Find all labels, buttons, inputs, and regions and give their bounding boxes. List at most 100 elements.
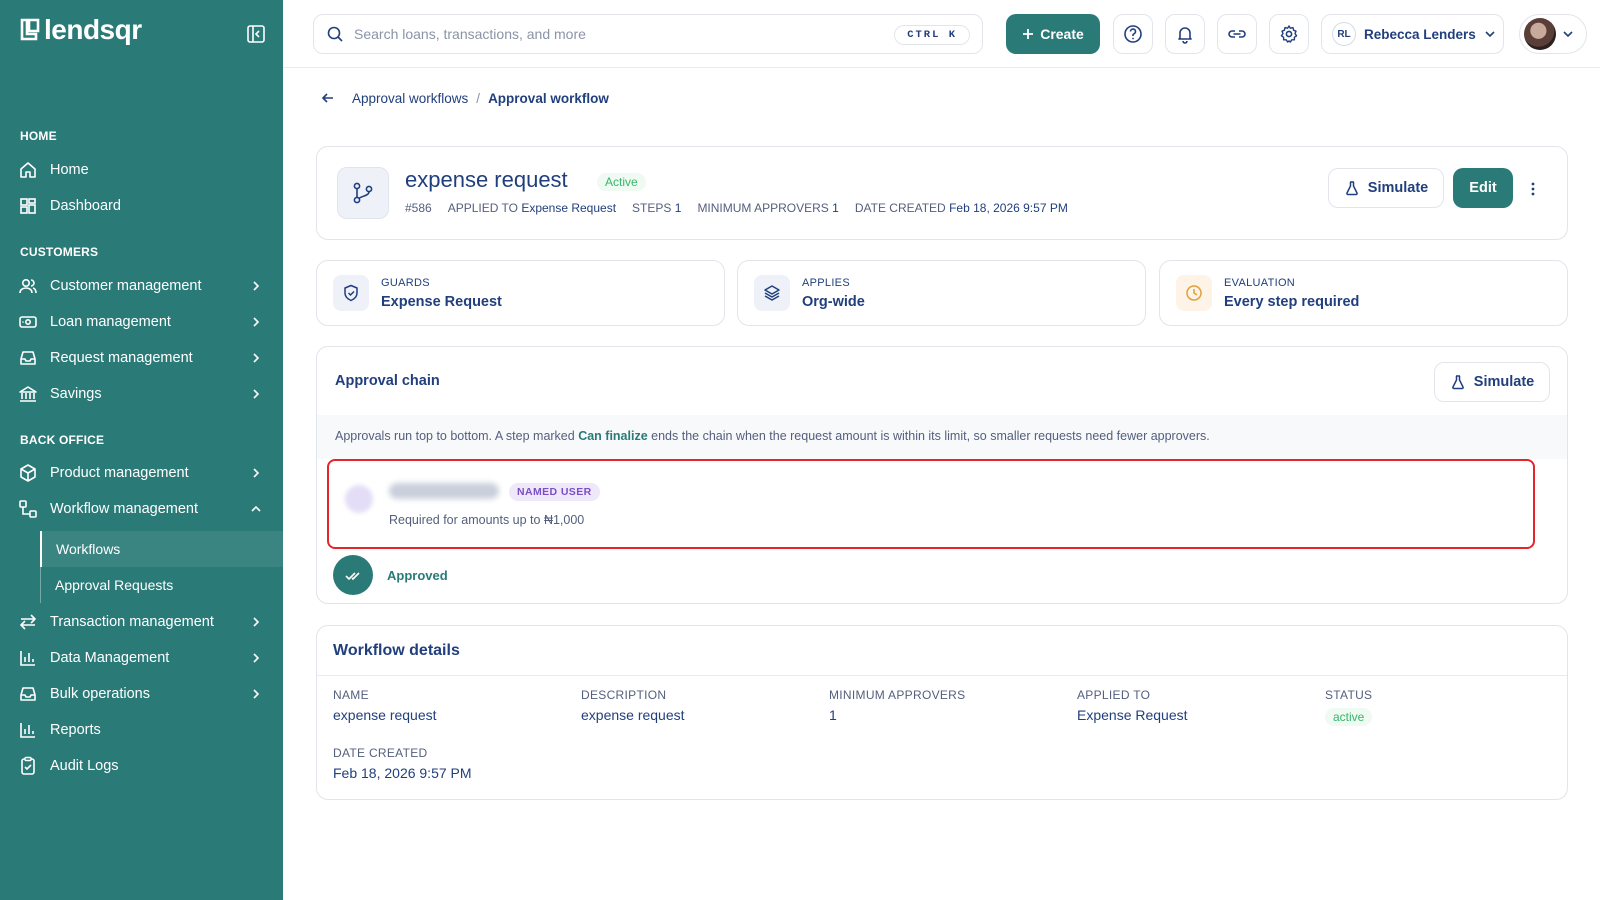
flask-icon (1451, 375, 1464, 390)
sidebar-item-reports[interactable]: Reports (0, 712, 283, 748)
sidebar-item-product-management[interactable]: Product management (0, 455, 283, 491)
layers-icon (764, 285, 780, 301)
sidebar-item-transaction-management[interactable]: Transaction management (0, 604, 283, 640)
chain-simulate-label: Simulate (1473, 374, 1535, 390)
sidebar-item-request-management[interactable]: Request management (0, 340, 283, 376)
approver-avatar (345, 485, 373, 513)
approval-chain-note: Approvals run top to bottom. A step mark… (317, 415, 1567, 459)
detail-value-date-created: Feb 18, 2026 9:57 PM (333, 765, 472, 781)
double-check-icon (345, 572, 360, 581)
topbar: CTRL K Create RL Rebecca Lenders (283, 0, 1600, 68)
git-branch-icon (353, 182, 373, 204)
user-initials: RL (1332, 22, 1356, 46)
chain-simulate-button[interactable]: Simulate (1434, 362, 1550, 402)
meta-value: Feb 18, 2026 9:57 PM (949, 201, 1068, 215)
approval-chain-card: Approval chain Simulate Approvals run to… (316, 346, 1568, 604)
workflow-meta: #586 APPLIED TO Expense Request STEPS 1 … (405, 201, 1068, 215)
named-user-badge: NAMED USER (509, 483, 600, 501)
sidebar-item-label: Request management (50, 350, 193, 366)
user-menu-button[interactable]: RL Rebecca Lenders (1321, 14, 1504, 54)
workflow-id: #586 (405, 201, 432, 215)
meta-label: DATE CREATED (854, 201, 946, 215)
section-title-back-office: BACK OFFICE (20, 433, 105, 447)
sidebar: lendsqr HOME Home Dashboard CUSTOMERS Cu… (0, 0, 283, 900)
chevron-right-icon (253, 353, 260, 363)
chevron-right-icon (253, 653, 260, 663)
create-button[interactable]: Create (1006, 14, 1100, 54)
sidebar-item-label: Data Management (50, 650, 170, 666)
sidebar-item-loan-management[interactable]: Loan management (0, 304, 283, 340)
meta-value: 1 (832, 201, 839, 215)
edit-button[interactable]: Edit (1453, 168, 1513, 208)
notifications-button[interactable] (1165, 14, 1205, 54)
global-search[interactable]: CTRL K (313, 14, 983, 54)
chevron-right-icon (253, 317, 260, 327)
info-value: Org-wide (802, 294, 865, 310)
sidebar-item-label: Audit Logs (50, 758, 119, 774)
detail-label-date-created: DATE CREATED (333, 746, 428, 760)
sidebar-item-bulk-operations[interactable]: Bulk operations (0, 676, 283, 712)
sidebar-item-home[interactable]: Home (0, 152, 283, 188)
note-text: Approvals run top to bottom. A step mark… (335, 429, 579, 443)
sidebar-item-dashboard[interactable]: Dashboard (0, 188, 283, 224)
note-highlight: Can finalize (578, 429, 648, 443)
link-button[interactable] (1217, 14, 1257, 54)
meta-date-created: DATE CREATED Feb 18, 2026 9:57 PM (855, 201, 1068, 215)
section-title-customers: CUSTOMERS (20, 245, 99, 259)
settings-button[interactable] (1269, 14, 1309, 54)
simulate-button[interactable]: Simulate (1328, 168, 1444, 208)
sidebar-item-savings[interactable]: Savings (0, 376, 283, 412)
workflow-details-title: Workflow details (333, 642, 460, 659)
meta-min-approvers: MINIMUM APPROVERS 1 (697, 201, 838, 215)
approval-chain-title: Approval chain (335, 373, 440, 389)
banknote-icon (19, 316, 37, 328)
arrow-left-icon[interactable] (320, 90, 336, 106)
section-title-home: HOME (20, 129, 57, 143)
sidebar-item-label: Workflow management (50, 501, 199, 517)
search-icon (327, 26, 343, 42)
divider (317, 675, 1567, 676)
detail-value-description: expense request (581, 707, 685, 723)
help-circle-icon (1124, 25, 1142, 43)
breadcrumb-approval-workflows[interactable]: Approval workflows (352, 91, 468, 106)
brand-logo[interactable]: lendsqr (20, 16, 142, 44)
detail-label-status: STATUS (1325, 688, 1373, 702)
clock-icon (1186, 285, 1202, 301)
info-card-evaluation: EVALUATION Every step required (1159, 260, 1568, 326)
sidebar-subitem-approval-requests[interactable]: Approval Requests (40, 567, 283, 603)
brand-name: lendsqr (44, 14, 142, 45)
profile-menu-button[interactable] (1519, 14, 1587, 54)
note-text: ends the chain when the request amount i… (647, 429, 1210, 443)
chevron-down-icon (1563, 31, 1573, 38)
sidebar-item-label: Dashboard (50, 198, 121, 214)
bank-icon (19, 386, 37, 402)
info-card-applies: APPLIES Org-wide (737, 260, 1146, 326)
approved-label: Approved (387, 568, 448, 583)
workflow-icon (19, 500, 37, 518)
info-icon-tile (754, 275, 790, 311)
shield-check-icon (344, 284, 358, 302)
dashboard-icon (20, 198, 36, 214)
workflow-title: expense request (405, 167, 568, 192)
user-name: Rebecca Lenders (1364, 26, 1476, 42)
gear-icon (1280, 25, 1298, 43)
sidebar-item-audit-logs[interactable]: Audit Logs (0, 748, 283, 784)
search-input[interactable] (354, 26, 874, 42)
sidebar-item-label: Bulk operations (50, 686, 150, 702)
detail-label-min-approvers: MINIMUM APPROVERS (829, 688, 966, 702)
sidebar-item-workflow-management[interactable]: Workflow management (0, 491, 283, 527)
approval-step-highlighted[interactable]: NAMED USER Required for amounts up to ₦1… (327, 459, 1535, 549)
workflow-header-card: expense request Active #586 APPLIED TO E… (316, 146, 1568, 240)
chevron-right-icon (253, 689, 260, 699)
sidebar-item-data-management[interactable]: Data Management (0, 640, 283, 676)
sidebar-collapse-icon[interactable] (246, 24, 266, 44)
info-icon-tile (1176, 275, 1212, 311)
help-button[interactable] (1113, 14, 1153, 54)
sidebar-item-customer-management[interactable]: Customer management (0, 268, 283, 304)
lendsqr-logo-icon (20, 18, 40, 41)
detail-label-applied-to: APPLIED TO (1077, 688, 1151, 702)
search-shortcut-badge: CTRL K (894, 25, 970, 45)
more-options-button[interactable] (1523, 177, 1543, 201)
sidebar-subitem-workflows[interactable]: Workflows (40, 531, 283, 567)
create-button-label: Create (1040, 26, 1084, 42)
